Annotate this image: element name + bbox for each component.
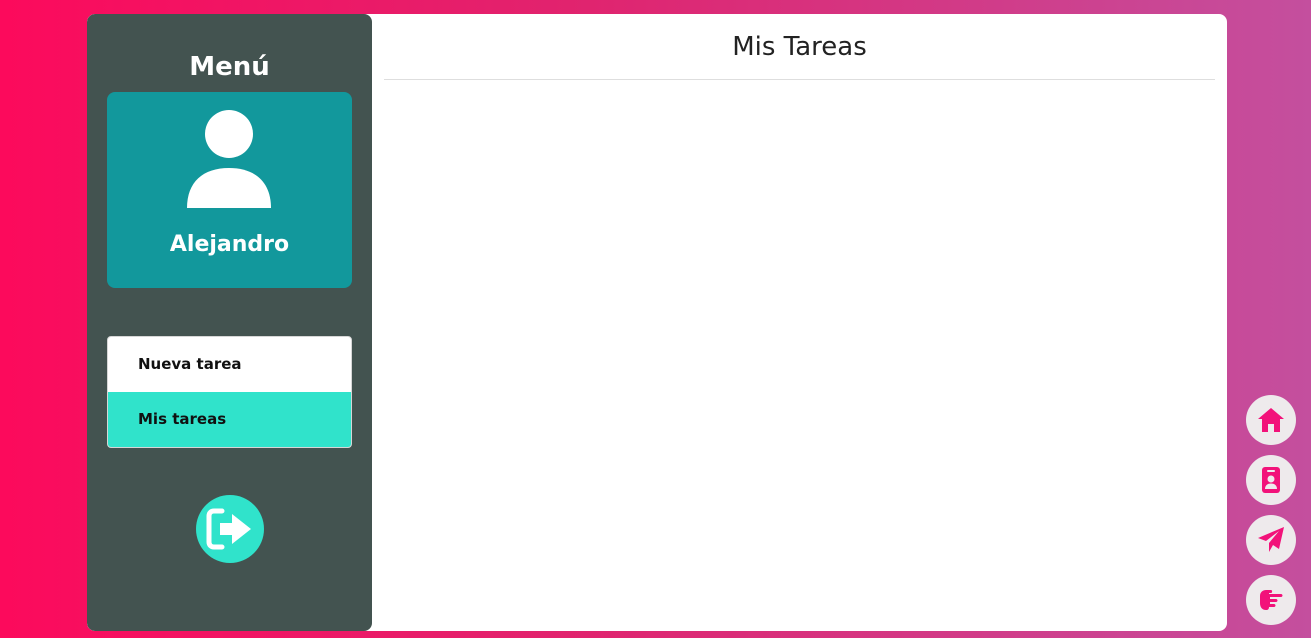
title-divider	[384, 79, 1215, 80]
app-window: Menú Alejandro Nueva tarea Mis tareas Mi…	[87, 14, 1227, 631]
user-name: Alejandro	[169, 232, 290, 257]
nav-list: Nueva tarea Mis tareas	[107, 336, 352, 448]
contact-button[interactable]	[1246, 455, 1296, 505]
nav-item-mis-tareas[interactable]: Mis tareas	[108, 392, 351, 447]
sign-out-icon	[206, 508, 251, 550]
user-card: Alejandro	[107, 92, 352, 288]
home-button[interactable]	[1246, 395, 1296, 445]
page-title: Mis Tareas	[732, 32, 867, 62]
hand-pointing-icon	[1260, 590, 1283, 610]
contact-card-icon	[1262, 467, 1280, 493]
menu-title: Menú	[189, 52, 270, 82]
home-icon	[1258, 408, 1284, 432]
sidebar: Menú Alejandro Nueva tarea Mis tareas	[87, 14, 372, 631]
user-icon	[185, 110, 273, 210]
send-button[interactable]	[1246, 515, 1296, 565]
paper-plane-icon	[1258, 527, 1284, 552]
hand-pointing-button[interactable]	[1246, 575, 1296, 625]
logout-button[interactable]	[196, 495, 264, 563]
nav-item-nueva-tarea[interactable]: Nueva tarea	[108, 337, 351, 392]
